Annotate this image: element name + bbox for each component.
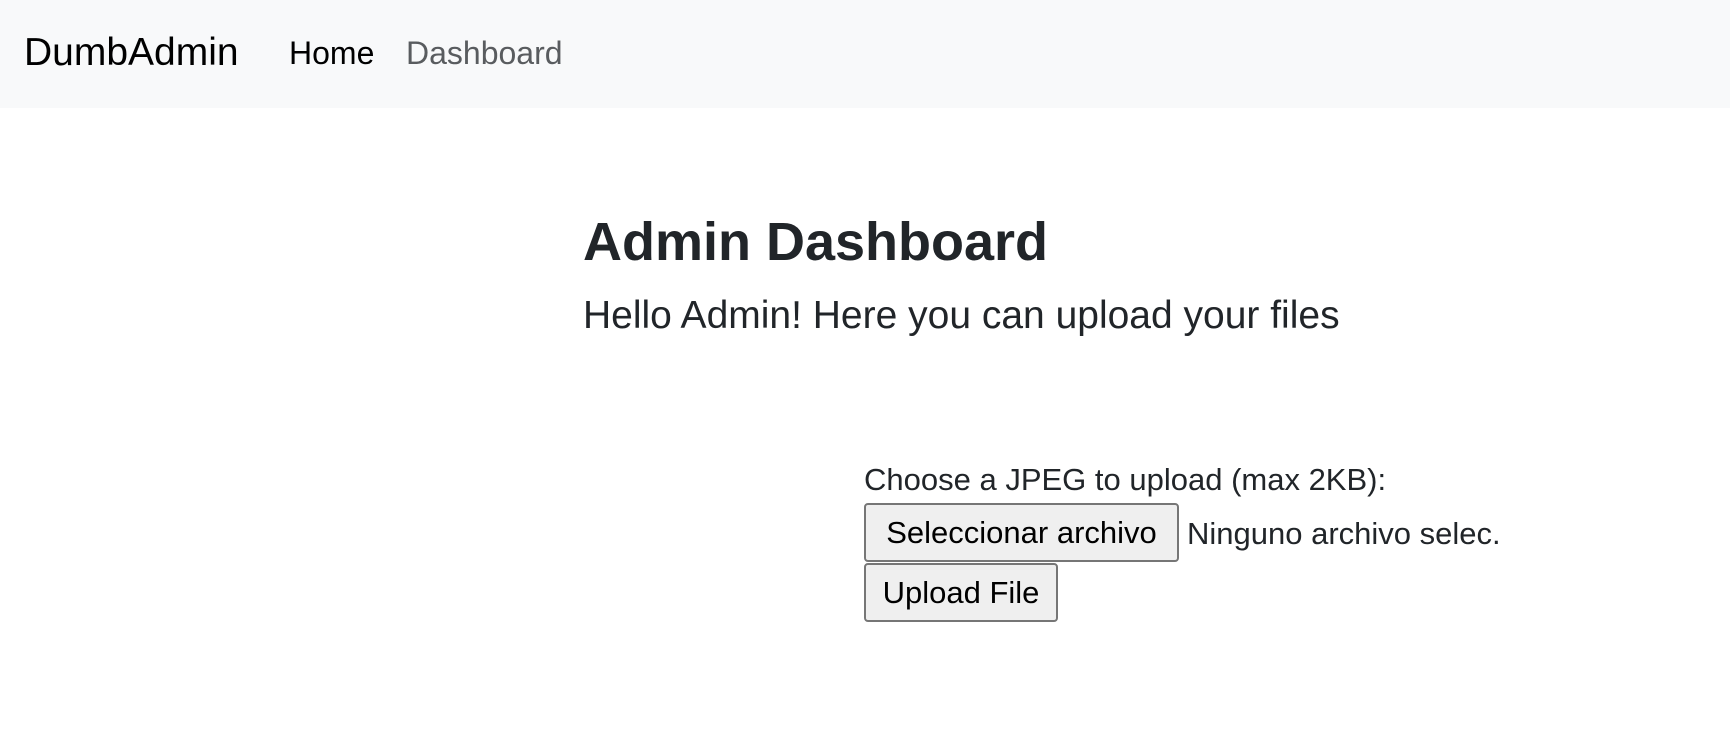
choose-file-button[interactable]: Seleccionar archivo (864, 503, 1179, 562)
upload-label: Choose a JPEG to upload (max 2KB): (864, 462, 1387, 497)
page-subtitle: Hello Admin! Here you can upload your fi… (583, 294, 1340, 337)
upload-file-button[interactable]: Upload File (864, 563, 1058, 622)
navbar-brand[interactable]: DumbAdmin (24, 27, 239, 79)
nav-link-home[interactable]: Home (289, 31, 374, 75)
page-title: Admin Dashboard (583, 212, 1049, 272)
file-status-text: Ninguno archivo selec. (1187, 516, 1501, 551)
nav-link-dashboard[interactable]: Dashboard (406, 31, 563, 75)
navbar: DumbAdmin Home Dashboard (0, 0, 1730, 108)
